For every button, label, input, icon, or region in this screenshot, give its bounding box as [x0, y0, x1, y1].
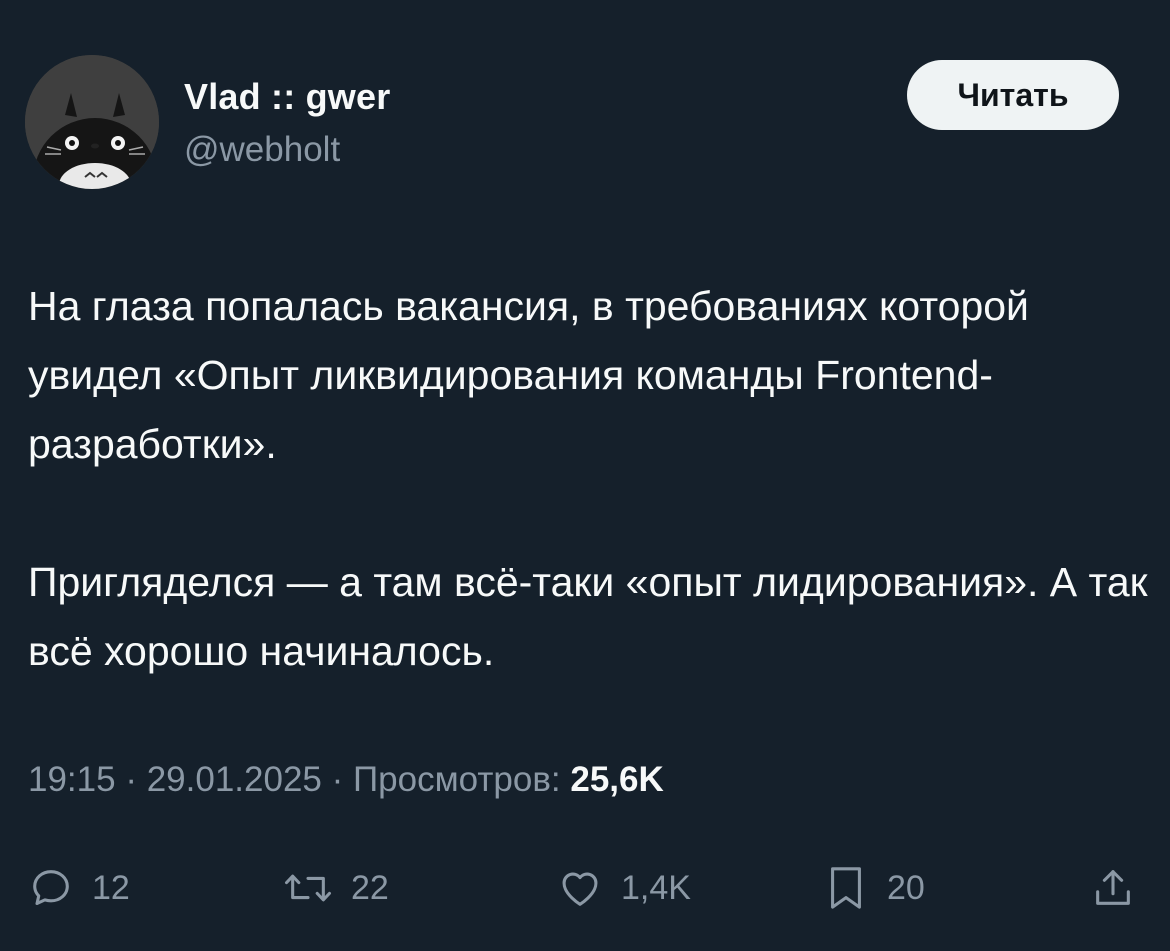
tweet-time[interactable]: 19:15 [28, 760, 116, 799]
retweet-icon [284, 874, 331, 902]
views-count[interactable]: 25,6K [570, 760, 663, 799]
meta-separator: · [331, 760, 354, 799]
share-icon [1096, 870, 1130, 905]
tweet-paragraph: Пригляделся — а там всё-таки «опыт лидир… [28, 559, 1148, 674]
views-label: Просмотров: [353, 760, 571, 799]
follow-button[interactable]: Читать [907, 60, 1119, 130]
reply-count: 12 [92, 868, 130, 907]
totoro-avatar-image [25, 55, 159, 189]
reply-icon [33, 870, 69, 906]
tweet-date[interactable]: 29.01.2025 [147, 760, 322, 799]
retweet-button[interactable]: 22 [283, 858, 389, 918]
user-handle[interactable]: @webholt [184, 130, 340, 170]
bookmark-count: 20 [887, 868, 925, 907]
tweet-text: На глаза попалась вакансия, в требования… [28, 272, 1148, 686]
share-button[interactable] [1090, 858, 1136, 918]
like-count: 1,4K [621, 868, 691, 907]
retweet-count: 22 [351, 868, 389, 907]
avatar[interactable] [25, 55, 159, 189]
bookmark-icon [831, 867, 861, 909]
reply-button[interactable]: 12 [28, 858, 130, 918]
tweet-paragraph: На глаза попалась вакансия, в требования… [28, 283, 1029, 467]
action-bar: 12 22 1,4K 20 [0, 858, 1170, 918]
tweet-meta: 19:15 · 29.01.2025 · Просмотров: 25,6K [28, 760, 664, 800]
heart-icon [562, 872, 598, 906]
bookmark-button[interactable]: 20 [823, 858, 925, 918]
tweet: Vlad :: gwer @webholt Читать На глаза по… [0, 0, 1170, 951]
meta-separator: · [125, 760, 147, 799]
user-display-name[interactable]: Vlad :: gwer [184, 76, 390, 118]
like-button[interactable]: 1,4K [557, 858, 691, 918]
